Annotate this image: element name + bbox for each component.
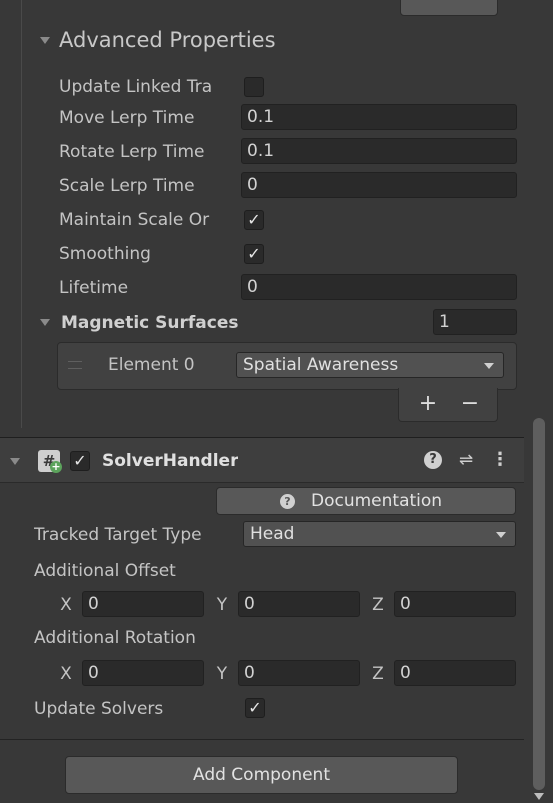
script-hash-icon: # + [38,450,62,473]
component-name: SolverHandler [102,451,239,471]
offset-x-label[interactable]: X [58,592,74,618]
top-partial-button[interactable] [400,0,498,16]
smoothing-label: Smoothing [59,244,151,264]
documentation-label: Documentation [311,491,443,511]
update-solvers-label: Update Solvers [34,699,164,719]
magnetic-foldout-arrow-icon[interactable] [40,319,50,326]
move-lerp-time-field[interactable]: 0.1 [241,104,517,130]
bottom-separator [0,739,524,740]
add-component-label: Add Component [192,765,330,785]
additional-offset-label: Additional Offset [34,561,176,581]
rotation-y-field[interactable]: 0 [238,660,360,686]
scale-lerp-time-field[interactable]: 0 [241,172,517,198]
move-lerp-time-label: Move Lerp Time [59,108,195,128]
lifetime-field[interactable]: 0 [241,274,517,300]
rotate-lerp-time-label: Rotate Lerp Time [59,142,205,162]
offset-y-label[interactable]: Y [214,592,230,618]
rotation-x-label[interactable]: X [58,661,74,687]
smoothing-checkbox[interactable]: ✓ [244,244,264,264]
rotation-y-label[interactable]: Y [214,661,230,687]
add-element-button[interactable]: + [414,390,442,418]
presets-icon[interactable]: ⇌ [456,449,476,471]
element-0-dropdown[interactable]: Spatial Awareness [236,352,504,378]
update-linked-label: Update Linked Tra [59,77,213,97]
scale-lerp-time-label: Scale Lerp Time [59,176,195,196]
help-icon[interactable]: ? [424,451,442,469]
maintain-scale-label: Maintain Scale Or [59,210,210,230]
component-foldout-arrow-icon[interactable] [10,458,20,465]
rotate-lerp-time-field[interactable]: 0.1 [241,138,517,164]
advanced-foldout-arrow-icon[interactable] [40,37,50,44]
foldout-guide-line [21,0,22,428]
update-linked-checkbox[interactable] [244,77,264,97]
tracked-target-type-label: Tracked Target Type [34,525,202,545]
help-icon-small: ? [280,494,295,509]
rotation-x-field[interactable]: 0 [82,660,204,686]
component-enabled-checkbox[interactable]: ✓ [70,451,90,471]
scrollbar-thumb[interactable] [533,418,545,790]
element-0-value: Spatial Awareness [243,355,399,375]
add-component-button[interactable]: Add Component [65,756,458,794]
plus-badge-icon: + [50,460,62,473]
kebab-menu-icon[interactable]: ⋮ [490,449,510,471]
offset-y-field[interactable]: 0 [238,591,360,617]
element-0-label: Element 0 [108,355,195,375]
drag-handle-icon[interactable] [68,361,82,369]
offset-x-field[interactable]: 0 [82,591,204,617]
rotation-z-field[interactable]: 0 [394,660,516,686]
magnetic-surfaces-label[interactable]: Magnetic Surfaces [61,310,238,336]
documentation-button[interactable]: ? Documentation [216,487,516,515]
maintain-scale-checkbox[interactable]: ✓ [244,210,264,230]
tracked-target-type-value: Head [250,524,295,544]
tracked-target-type-dropdown[interactable]: Head [243,521,516,547]
advanced-properties-foldout[interactable]: Advanced Properties [59,26,276,54]
lifetime-label: Lifetime [59,278,129,298]
chevron-down-icon [496,532,506,538]
scroll-down-arrow-icon[interactable] [534,793,544,800]
offset-z-field[interactable]: 0 [394,591,516,617]
update-solvers-checkbox[interactable]: ✓ [245,698,265,718]
remove-element-button[interactable]: − [456,390,484,418]
chevron-down-icon [484,363,494,369]
rotation-z-label[interactable]: Z [370,661,386,687]
offset-z-label[interactable]: Z [370,592,386,618]
magnetic-surfaces-count[interactable]: 1 [433,309,517,335]
additional-rotation-label: Additional Rotation [34,628,196,648]
